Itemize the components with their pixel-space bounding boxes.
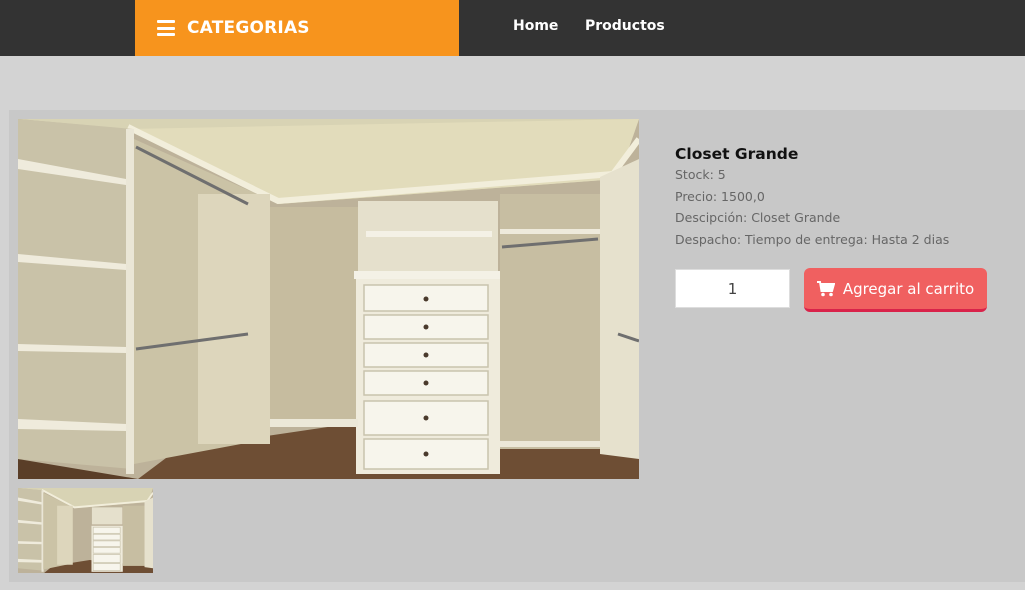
add-to-cart-label: Agregar al carrito bbox=[842, 279, 975, 298]
product-title: Closet Grande bbox=[675, 145, 799, 163]
quantity-input[interactable] bbox=[675, 269, 790, 308]
product-shipping: Despacho: Tiempo de entrega: Hasta 2 dia… bbox=[675, 232, 950, 247]
categories-menu-button[interactable]: CATEGORIAS bbox=[135, 0, 459, 56]
product-thumbnail[interactable] bbox=[18, 488, 153, 573]
product-stock: Stock: 5 bbox=[675, 167, 726, 182]
add-to-cart-button[interactable]: Agregar al carrito bbox=[804, 268, 987, 312]
product-description: Descipción: Closet Grande bbox=[675, 210, 841, 225]
nav-link-home[interactable]: Home bbox=[513, 18, 558, 34]
shopping-cart-icon bbox=[816, 280, 835, 296]
product-main-image bbox=[18, 119, 639, 479]
hamburger-menu-icon bbox=[157, 20, 175, 36]
top-navigation-bar: CATEGORIAS Home Productos bbox=[0, 0, 1025, 56]
nav-link-productos[interactable]: Productos bbox=[585, 18, 665, 34]
product-price: Precio: 1500,0 bbox=[675, 189, 765, 204]
categories-label: CATEGORIAS bbox=[187, 18, 310, 38]
